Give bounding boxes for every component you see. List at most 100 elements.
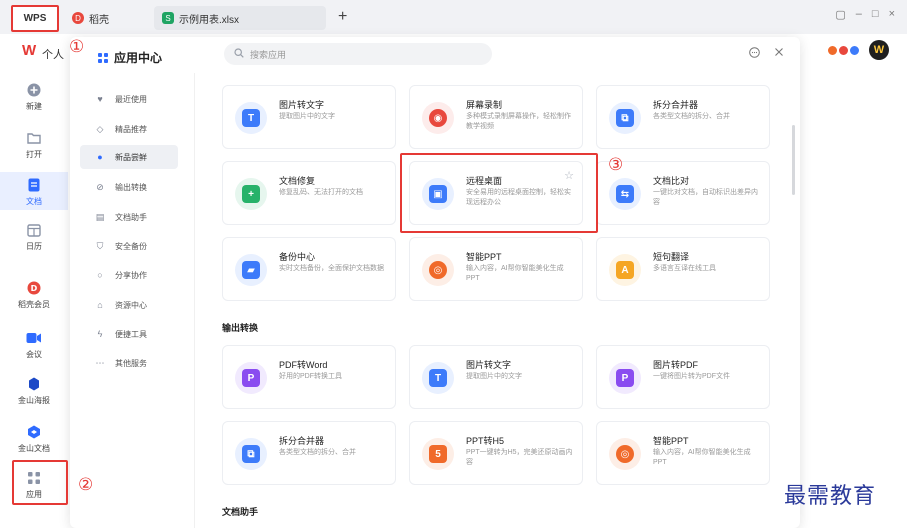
shield-icon: ⛉ (96, 240, 104, 251)
category-backup[interactable]: ⛉ 安全备份 (80, 234, 178, 258)
tab-bar: WPS D 稻壳 S 示例用表.xlsx + ▢ – □ × (0, 0, 907, 34)
user-avatar-icon[interactable]: W (869, 40, 889, 60)
category-new[interactable]: ● 新品尝鲜 (80, 145, 178, 169)
rail-item-daoke-member[interactable]: D 稻壳会员 (0, 280, 68, 312)
app-desc: 安全易用的远程桌面控制，轻松实现远程办公 (466, 189, 571, 206)
app-name: 屏幕录制 (466, 100, 503, 110)
app-card-split-merge-2[interactable]: ⧉ 拆分合并器 各类型文档的拆分、合并 (222, 421, 396, 485)
category-label: 精品推荐 (115, 124, 147, 134)
category-tools[interactable]: ϟ 便捷工具 (80, 322, 178, 346)
panel-divider (194, 73, 195, 528)
favorite-star-icon[interactable]: ☆ (564, 169, 574, 182)
app-card-pdf-to-word[interactable]: P PDF转Word 好用的PDF转换工具 (222, 345, 396, 409)
category-other[interactable]: ⋯ 其他服务 (80, 351, 178, 375)
category-recent[interactable]: ♥ 最近使用 (80, 87, 178, 111)
tab-daoke-label: 稻壳 (89, 14, 109, 26)
app-center-panel: 应用中心 搜索应用 ♥ 最近使用 ◇ 精品推荐 ● 新品尝鲜 ⊘ 输出转换 ▤ 文档助手 … (70, 37, 800, 528)
feedback-icon[interactable] (749, 47, 760, 61)
rail-item-apps[interactable]: 应用 (0, 470, 68, 502)
rail-label: 金山海报 (18, 396, 50, 405)
rail-label: 文档 (26, 197, 42, 206)
app-card-smart-ppt-2[interactable]: ◎ 智能PPT 输入内容，AI帮你智能美化生成PPT (596, 421, 770, 485)
minimize-button[interactable]: – (856, 8, 862, 21)
app-desc: 输入内容，AI帮你智能美化生成PPT (653, 449, 751, 466)
rail-label: 会议 (26, 350, 42, 359)
panel-title-text: 应用中心 (114, 51, 163, 65)
rail-item-calendar[interactable]: 日历 (0, 222, 68, 254)
image-to-pdf-icon: P (609, 362, 641, 394)
personal-label[interactable]: 个人 (42, 46, 64, 62)
app-card-image-to-text[interactable]: T 图片转文字 提取图片中的文字 (222, 85, 396, 149)
app-desc: 多种模式录制屏幕操作，轻松制作教学视频 (466, 113, 571, 130)
rail-item-poster[interactable]: 金山海报 (0, 376, 68, 408)
app-name: 图片转PDF (653, 360, 699, 370)
app-card-image-to-pdf[interactable]: P 图片转PDF 一键将图片转为PDF文件 (596, 345, 770, 409)
heart-icon: ♥ (97, 94, 103, 104)
app-card-translate[interactable]: A 短句翻译 多语言互译在线工具 (596, 237, 770, 301)
rail-label: 稻壳会员 (18, 300, 50, 309)
app-name: PDF转Word (279, 360, 328, 370)
app-card-image-to-text-2[interactable]: T 图片转文字 提取图片中的文字 (409, 345, 583, 409)
image-to-text-icon: T (422, 362, 454, 394)
close-icon[interactable] (774, 47, 784, 61)
section-title-doc-helper: 文档助手 (222, 507, 259, 517)
wps-logo-icon[interactable]: W (22, 42, 36, 59)
convert-icon: ⊘ (96, 181, 104, 192)
app-desc: 一键比对文档，自动标识出差异内容 (653, 189, 758, 206)
close-window-button[interactable]: × (889, 8, 895, 21)
app-card-remote-desktop[interactable]: ▣ 远程桌面 安全易用的远程桌面控制，轻松实现远程办公 ☆ (409, 161, 583, 225)
doc-compare-icon: ⇆ (609, 178, 641, 210)
app-desc: 一键将图片转为PDF文件 (653, 373, 730, 380)
panel-scrollbar[interactable] (792, 125, 795, 195)
tab-wps-home[interactable]: WPS (12, 6, 58, 30)
category-share[interactable]: ○ 分享协作 (80, 263, 178, 287)
rail-item-docs[interactable]: 文档 (0, 172, 68, 210)
tab-spreadsheet[interactable]: S 示例用表.xlsx (154, 6, 326, 30)
app-name: 文档比对 (653, 176, 690, 186)
app-desc: 各类型文档的拆分、合并 (279, 449, 356, 456)
app-card-split-merge[interactable]: ⧉ 拆分合并器 各类型文档的拆分、合并 (596, 85, 770, 149)
category-doc-helper[interactable]: ▤ 文档助手 (80, 205, 178, 229)
app-center-icon (98, 52, 108, 63)
app-card-doc-repair[interactable]: + 文档修复 修复乱码、无法打开的文档 (222, 161, 396, 225)
tile-windows-button[interactable]: ▢ (835, 8, 845, 21)
ppt-to-h5-icon: 5 (422, 438, 454, 470)
brand-icons: W (826, 40, 889, 60)
rail-label: 打开 (26, 150, 42, 159)
rail-item-new[interactable]: 新建 (0, 82, 68, 114)
panel-title: 应用中心 (98, 49, 162, 66)
tab-daoke[interactable]: D 稻壳 (64, 6, 152, 30)
category-label: 安全备份 (115, 241, 147, 251)
maximize-button[interactable]: □ (872, 8, 879, 21)
app-desc: 输入内容，AI帮你智能美化生成PPT (466, 265, 564, 282)
rail-item-open[interactable]: 打开 (0, 130, 68, 162)
resource-icon: ⌂ (97, 300, 103, 310)
rail-item-meeting[interactable]: 会议 (0, 330, 68, 362)
flame-icon: ● (97, 152, 103, 162)
app-name: 图片转文字 (466, 360, 512, 370)
app-card-smart-ppt[interactable]: ◎ 智能PPT 输入内容，AI帮你智能美化生成PPT (409, 237, 583, 301)
new-tab-button[interactable]: + (338, 6, 347, 28)
more-icon: ⋯ (95, 357, 105, 368)
app-name: 图片转文字 (279, 100, 325, 110)
category-output[interactable]: ⊘ 输出转换 (80, 175, 178, 199)
app-card-screen-record[interactable]: ◉ 屏幕录制 多种模式录制屏幕操作，轻松制作教学视频 (409, 85, 583, 149)
share-icon: ○ (97, 270, 103, 280)
app-card-backup[interactable]: ▰ 备份中心 实时文档备份，全面保护文档数据 (222, 237, 396, 301)
category-label: 便捷工具 (115, 329, 147, 339)
annotation-number-1: ① (69, 37, 85, 56)
apps-grid-icon (26, 470, 42, 486)
category-label: 分享协作 (115, 270, 147, 280)
category-featured[interactable]: ◇ 精品推荐 (80, 117, 178, 141)
category-resource[interactable]: ⌂ 资源中心 (80, 293, 178, 317)
doc-repair-icon: + (235, 178, 267, 210)
split-merge-icon: ⧉ (609, 102, 641, 134)
app-search-input[interactable]: 搜索应用 (224, 43, 492, 65)
backup-icon: ▰ (235, 254, 267, 286)
rail-item-kingsoft-docs[interactable]: 金山文档 (0, 424, 68, 456)
app-name: 智能PPT (653, 436, 689, 446)
rail-label: 日历 (26, 242, 42, 251)
rail-label: 金山文档 (18, 444, 50, 453)
rail-label: 新建 (26, 102, 42, 111)
app-card-ppt-to-h5[interactable]: 5 PPT转H5 PPT一键转为H5，完美还原动画内容 (409, 421, 583, 485)
